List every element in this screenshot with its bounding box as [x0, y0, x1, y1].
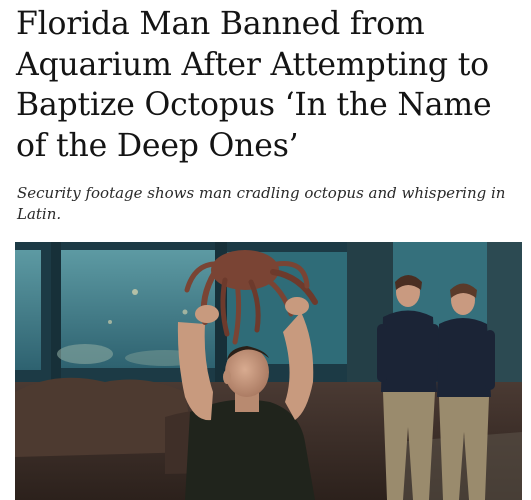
- fish: [132, 289, 138, 295]
- hand: [195, 305, 219, 323]
- article-photo: [15, 242, 522, 500]
- headline: Florida Man Banned from Aquarium After A…: [16, 4, 521, 166]
- headline-line: Aquarium After Attempting to: [16, 46, 489, 83]
- hand: [285, 297, 309, 315]
- article-page: Florida Man Banned from Aquarium After A…: [0, 0, 531, 500]
- tank-window-left: [15, 250, 41, 370]
- fish: [108, 320, 112, 324]
- coral: [57, 344, 113, 364]
- headline-line: Florida Man Banned from: [16, 6, 425, 42]
- headline-line: Baptize Octopus ‘In the Name: [16, 87, 492, 123]
- fish: [182, 309, 188, 315]
- subheadline: Security footage shows man cradling octo…: [17, 184, 506, 223]
- headline-line: of the Deep Ones’: [16, 127, 299, 164]
- tank-frame: [51, 242, 61, 382]
- photo-illustration: [15, 242, 522, 500]
